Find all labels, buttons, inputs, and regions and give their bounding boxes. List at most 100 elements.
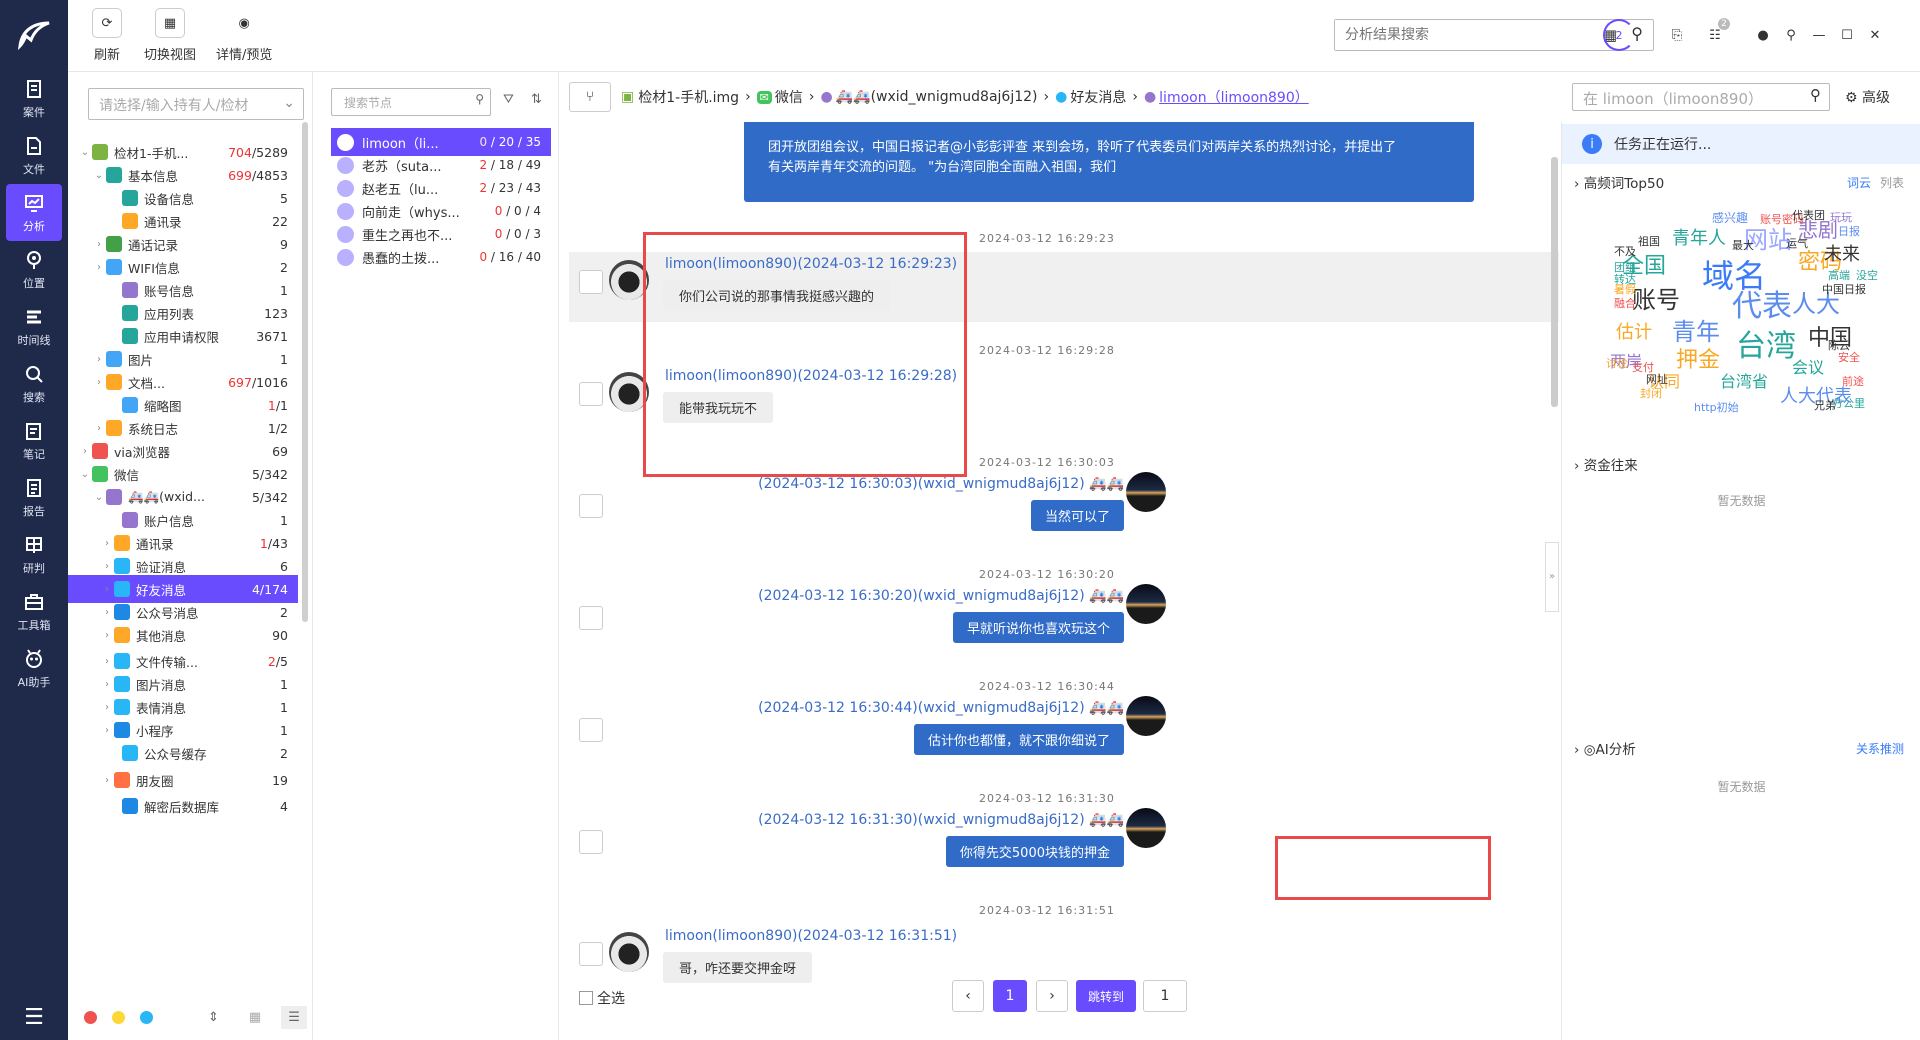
word-cloud-term[interactable]: 不及 bbox=[1614, 246, 1636, 257]
minimize-icon[interactable]: — bbox=[1806, 22, 1832, 48]
word-cloud-term[interactable]: 没空 bbox=[1856, 270, 1878, 281]
expand-arrow-icon[interactable]: › bbox=[78, 446, 92, 457]
jump-page-input[interactable]: 1 bbox=[1143, 980, 1187, 1012]
nav-item-ai[interactable]: AI助手 bbox=[0, 640, 68, 697]
word-cloud-term[interactable]: 团组 bbox=[1614, 262, 1636, 273]
collapse-icon[interactable]: ⇕ bbox=[208, 1010, 219, 1025]
message-bubble[interactable]: 当然可以了 bbox=[1030, 500, 1124, 531]
word-cloud-term[interactable]: 高端 bbox=[1828, 270, 1850, 281]
expand-arrow-icon[interactable]: ⌄ bbox=[78, 147, 92, 158]
expand-arrow-icon[interactable]: › bbox=[100, 702, 114, 713]
nav-item-case[interactable]: 案件 bbox=[0, 70, 68, 127]
task-progress-icon[interactable]: 2 bbox=[1603, 19, 1635, 51]
word-cloud-term[interactable]: 祖国 bbox=[1638, 236, 1660, 247]
word-cloud-term[interactable]: 代表团 bbox=[1792, 210, 1825, 221]
message-checkbox[interactable] bbox=[579, 942, 603, 966]
nav-item-analysis[interactable]: 分析 bbox=[6, 184, 62, 241]
maximize-icon[interactable]: ☐ bbox=[1834, 22, 1860, 48]
list-view-icon[interactable]: ☰ bbox=[281, 1005, 307, 1029]
grid-view-icon[interactable]: ▦ bbox=[249, 1010, 261, 1025]
hot-words-title[interactable]: › 高频词Top50 bbox=[1574, 172, 1664, 192]
message-bubble[interactable]: 早就听说你也喜欢玩这个 bbox=[952, 612, 1124, 643]
expand-arrow-icon[interactable]: › bbox=[100, 725, 114, 736]
word-cloud-term[interactable]: 账号 bbox=[1632, 288, 1680, 312]
yellow-filter-dot[interactable] bbox=[112, 1010, 125, 1024]
select-all-checkbox[interactable]: 全选 bbox=[579, 988, 625, 1008]
breadcrumb-app[interactable]: 微信 bbox=[775, 87, 803, 107]
ai-analysis-title[interactable]: › ◎AI分析 bbox=[1574, 738, 1636, 758]
message-checkbox[interactable] bbox=[579, 494, 603, 518]
pin-icon[interactable]: ⚲ bbox=[1778, 22, 1804, 48]
word-cloud-term[interactable]: 融合 bbox=[1614, 298, 1636, 309]
expand-arrow-icon[interactable]: › bbox=[100, 656, 114, 667]
user-icon[interactable]: ● bbox=[1750, 22, 1776, 48]
word-cloud-term[interactable]: 玩玩 bbox=[1830, 212, 1852, 223]
expand-arrow-icon[interactable]: › bbox=[100, 630, 114, 641]
expand-panel-icon[interactable]: » bbox=[1545, 542, 1559, 612]
refresh-button[interactable]: ⟳ 刷新 bbox=[92, 8, 122, 63]
word-cloud-term[interactable]: 未来 bbox=[1824, 246, 1860, 264]
expand-arrow-icon[interactable]: › bbox=[100, 584, 114, 595]
red-filter-dot[interactable] bbox=[84, 1010, 97, 1024]
word-cloud-term[interactable]: 运气 bbox=[1786, 238, 1808, 249]
owner-select[interactable]: 请选择/输入持有人/检材 ⌄ bbox=[88, 88, 304, 120]
expand-arrow-icon[interactable]: › bbox=[100, 538, 114, 549]
word-cloud-term[interactable]: 暑假 bbox=[1614, 284, 1636, 295]
word-cloud-term[interactable]: 台湾 bbox=[1736, 332, 1796, 362]
nav-item-location[interactable]: 位置 bbox=[0, 241, 68, 298]
word-cloud-term[interactable]: 网址 bbox=[1646, 374, 1668, 385]
nav-item-note[interactable]: 笔记 bbox=[0, 412, 68, 469]
branch-icon[interactable]: ⑂ bbox=[569, 82, 611, 112]
sort-icon[interactable]: ⇅ bbox=[531, 92, 542, 107]
export-icon[interactable]: ⎘ bbox=[1664, 22, 1690, 48]
expand-arrow-icon[interactable]: › bbox=[100, 775, 114, 786]
word-cloud-term[interactable]: 方公里 bbox=[1832, 398, 1865, 409]
blue-filter-dot[interactable] bbox=[140, 1010, 153, 1024]
current-page[interactable]: 1 bbox=[993, 980, 1027, 1012]
word-cloud-term[interactable]: 估计 bbox=[1616, 324, 1652, 342]
nav-item-report[interactable]: 报告 bbox=[0, 469, 68, 526]
chat-scrollbar[interactable] bbox=[1551, 157, 1558, 407]
word-cloud-term[interactable]: 讨论 bbox=[1606, 358, 1628, 369]
word-cloud-term[interactable]: 陈云 bbox=[1828, 340, 1850, 351]
nav-item-toolbox[interactable]: 工具箱 bbox=[0, 583, 68, 640]
advanced-search-button[interactable]: ⚙ 高级 bbox=[1845, 87, 1890, 107]
chat-search-input[interactable]: 在 limoon（limoon890） ⚲ bbox=[1572, 83, 1830, 111]
notification-icon[interactable]: ☷ 2 bbox=[1702, 18, 1730, 48]
message-checkbox[interactable] bbox=[579, 830, 603, 854]
breadcrumb-contact[interactable]: limoon（limoon890） bbox=[1159, 87, 1309, 107]
tree-item[interactable]: › 朋友圈 19 bbox=[68, 766, 298, 794]
word-cloud-term[interactable]: 青年 bbox=[1672, 320, 1720, 344]
expand-arrow-icon[interactable]: › bbox=[92, 239, 106, 250]
word-cloud-term[interactable]: 押金 bbox=[1676, 350, 1720, 372]
word-cloud-term[interactable]: 前途 bbox=[1842, 376, 1864, 387]
jump-button[interactable]: 跳转到 bbox=[1076, 980, 1136, 1012]
message-checkbox[interactable] bbox=[579, 718, 603, 742]
expand-arrow-icon[interactable]: ⌄ bbox=[92, 492, 106, 503]
breadcrumb-account[interactable]: 🚑🚑(wxid_wnigmud8aj6j12) bbox=[836, 89, 1038, 105]
contact-item[interactable]: 愚蠢的土拨... 0 / 16 / 40 bbox=[331, 243, 551, 271]
nav-item-search[interactable]: 搜索 bbox=[0, 355, 68, 412]
word-cloud-term[interactable]: 感兴趣 bbox=[1712, 212, 1748, 224]
menu-icon[interactable]: ☰ bbox=[0, 1005, 68, 1030]
tree-item[interactable]: 解密后数据库 4 bbox=[68, 792, 298, 820]
analysis-search-input[interactable] bbox=[1335, 20, 1575, 50]
word-cloud-term[interactable]: 域名 bbox=[1702, 260, 1766, 292]
tree-scrollbar[interactable] bbox=[302, 122, 308, 622]
word-cloud-term[interactable]: 封闭 bbox=[1640, 388, 1662, 399]
tree-item[interactable]: › 其他消息 90 bbox=[68, 621, 298, 649]
expand-arrow-icon[interactable]: › bbox=[92, 354, 106, 365]
word-cloud-term[interactable]: 台湾省 bbox=[1720, 374, 1768, 390]
next-page-button[interactable]: › bbox=[1036, 980, 1068, 1012]
prev-page-button[interactable]: ‹ bbox=[952, 980, 984, 1012]
message-checkbox[interactable] bbox=[579, 270, 603, 294]
breadcrumb-device[interactable]: 检材1-手机.img bbox=[638, 87, 739, 107]
word-cloud-term[interactable]: 支付 bbox=[1632, 362, 1654, 373]
expand-arrow-icon[interactable]: ⌄ bbox=[92, 170, 106, 181]
message-bubble[interactable]: 哥，咋还要交押金呀 bbox=[663, 952, 813, 983]
node-search-input[interactable]: 搜索节点 ⚲ bbox=[331, 88, 491, 116]
filter-icon[interactable]: ⛛ bbox=[503, 92, 514, 107]
expand-arrow-icon[interactable]: ⌄ bbox=[78, 469, 92, 480]
nav-item-timeline[interactable]: 时间线 bbox=[0, 298, 68, 355]
expand-arrow-icon[interactable]: › bbox=[92, 377, 106, 388]
